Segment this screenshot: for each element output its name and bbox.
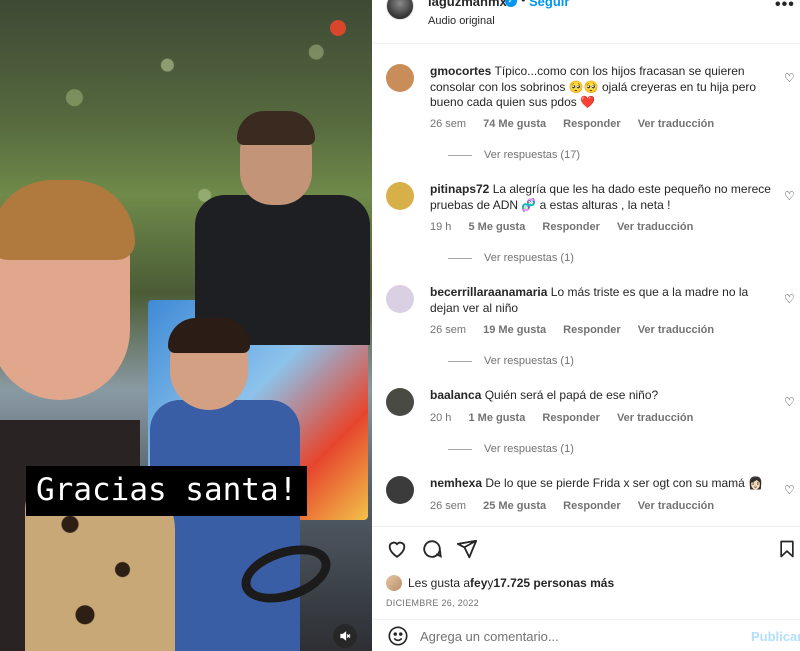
- commenter-username[interactable]: nemhexa: [430, 476, 482, 490]
- comment-time: 26 sem: [430, 324, 467, 336]
- view-replies-button[interactable]: Ver respuestas (1): [448, 355, 574, 367]
- comment-bubble-icon[interactable]: [420, 537, 444, 561]
- translate-button[interactable]: Ver traducción: [638, 324, 714, 336]
- likes-summary[interactable]: Les gusta a fey y 17.725 personas más: [386, 575, 614, 591]
- emoji-smiley-icon[interactable]: [386, 624, 410, 648]
- comment-time: 26 sem: [430, 118, 467, 130]
- post-sidebar: laguzmanmx ✓ • Seguir Audio original •••…: [372, 0, 800, 651]
- translate-button[interactable]: Ver traducción: [617, 221, 693, 233]
- view-replies-button[interactable]: Ver respuestas (1): [448, 252, 574, 264]
- like-comment-heart-icon[interactable]: ♡: [784, 293, 796, 305]
- author-username[interactable]: laguzmanmx: [428, 0, 507, 9]
- commenter-username[interactable]: gmocortes: [430, 64, 491, 78]
- translate-button[interactable]: Ver traducción: [638, 500, 714, 512]
- red-flower: [330, 20, 346, 36]
- comment-body: pitinaps72 La alegría que les ha dado es…: [430, 182, 775, 213]
- commenter-username[interactable]: pitinaps72: [430, 182, 489, 196]
- replies-divider: [448, 257, 472, 259]
- man-figure: [185, 111, 370, 345]
- reply-button[interactable]: Responder: [563, 324, 620, 336]
- view-replies-button[interactable]: Ver respuestas (17): [448, 149, 580, 161]
- translate-button[interactable]: Ver traducción: [617, 412, 693, 424]
- commenter-avatar[interactable]: [386, 182, 414, 210]
- reply-button[interactable]: Responder: [542, 412, 599, 424]
- like-comment-heart-icon[interactable]: ♡: [784, 484, 796, 496]
- comment-likes[interactable]: 5 Me gusta: [468, 221, 525, 233]
- likes-count[interactable]: 17.725 personas más: [493, 576, 614, 590]
- post-date: DICIEMBRE 26, 2022: [386, 598, 479, 608]
- comment-time: 20 h: [430, 412, 452, 424]
- speaker-muted-icon[interactable]: [333, 624, 357, 648]
- post-actions: Les gusta a fey y 17.725 personas más DI…: [372, 526, 800, 651]
- likes-prefix: Les gusta a: [408, 576, 471, 590]
- comment-body: becerrillaraanamaria Lo más triste es qu…: [430, 285, 775, 316]
- liker-username[interactable]: fey: [470, 576, 487, 590]
- comment-body: gmocortes Típico...como con los hijos fr…: [430, 64, 775, 111]
- comment-input[interactable]: [420, 629, 720, 644]
- add-comment-bar: Publicar: [372, 619, 800, 651]
- post-media[interactable]: Gracias santa!: [0, 0, 372, 651]
- post-comment-button[interactable]: Publicar: [751, 629, 800, 644]
- liker-avatar: [386, 575, 402, 591]
- comment-body: baalanca Quién será el papá de ese niño?: [430, 388, 775, 404]
- comment-likes[interactable]: 25 Me gusta: [483, 500, 546, 512]
- commenter-username[interactable]: becerrillaraanamaria: [430, 285, 547, 299]
- header-separator: •: [521, 0, 526, 7]
- replies-divider: [448, 448, 472, 450]
- translate-button[interactable]: Ver traducción: [638, 118, 714, 130]
- more-options-icon[interactable]: •••: [775, 0, 795, 14]
- comment-likes[interactable]: 1 Me gusta: [468, 412, 525, 424]
- commenter-avatar[interactable]: [386, 64, 414, 92]
- comment-time: 19 h: [430, 221, 452, 233]
- reply-button[interactable]: Responder: [542, 221, 599, 233]
- audio-label[interactable]: Audio original: [428, 15, 495, 27]
- post-header: laguzmanmx ✓ • Seguir Audio original •••: [372, 0, 800, 44]
- replies-divider: [448, 154, 472, 156]
- comment-likes[interactable]: 19 Me gusta: [483, 324, 546, 336]
- like-comment-heart-icon[interactable]: ♡: [784, 72, 796, 84]
- comment-meta: 26 sem 74 Me gusta Responder Ver traducc…: [430, 118, 728, 130]
- comment-meta: 19 h 5 Me gusta Responder Ver traducción: [430, 221, 707, 233]
- reply-button[interactable]: Responder: [563, 118, 620, 130]
- comment-text: Quién será el papá de ese niño?: [484, 388, 659, 402]
- verified-badge-icon: ✓: [505, 0, 517, 7]
- like-heart-icon[interactable]: [385, 537, 409, 561]
- like-comment-heart-icon[interactable]: ♡: [784, 396, 796, 408]
- commenter-avatar[interactable]: [386, 388, 414, 416]
- author-avatar[interactable]: [386, 0, 414, 20]
- comment-time: 26 sem: [430, 500, 467, 512]
- commenter-avatar[interactable]: [386, 476, 414, 504]
- video-caption: Gracias santa!: [26, 466, 308, 516]
- like-comment-heart-icon[interactable]: ♡: [784, 190, 796, 202]
- view-replies-button[interactable]: Ver respuestas (1): [448, 443, 574, 455]
- comment-text: De lo que se pierde Frida x ser ogt con …: [485, 476, 764, 490]
- comment-meta: 20 h 1 Me gusta Responder Ver traducción: [430, 412, 707, 424]
- share-paper-plane-icon[interactable]: [455, 537, 479, 561]
- comment-meta: 26 sem 19 Me gusta Responder Ver traducc…: [430, 324, 728, 336]
- save-bookmark-icon[interactable]: [775, 537, 799, 561]
- comment-likes[interactable]: 74 Me gusta: [483, 118, 546, 130]
- commenter-username[interactable]: baalanca: [430, 388, 481, 402]
- replies-divider: [448, 360, 472, 362]
- follow-button[interactable]: Seguir: [529, 0, 569, 9]
- comment-meta: 26 sem 25 Me gusta Responder Ver traducc…: [430, 500, 728, 512]
- reply-button[interactable]: Responder: [563, 500, 620, 512]
- comment-body: nemhexa De lo que se pierde Frida x ser …: [430, 476, 775, 492]
- commenter-avatar[interactable]: [386, 285, 414, 313]
- comments-list[interactable]: gmocortes Típico...como con los hijos fr…: [372, 44, 800, 526]
